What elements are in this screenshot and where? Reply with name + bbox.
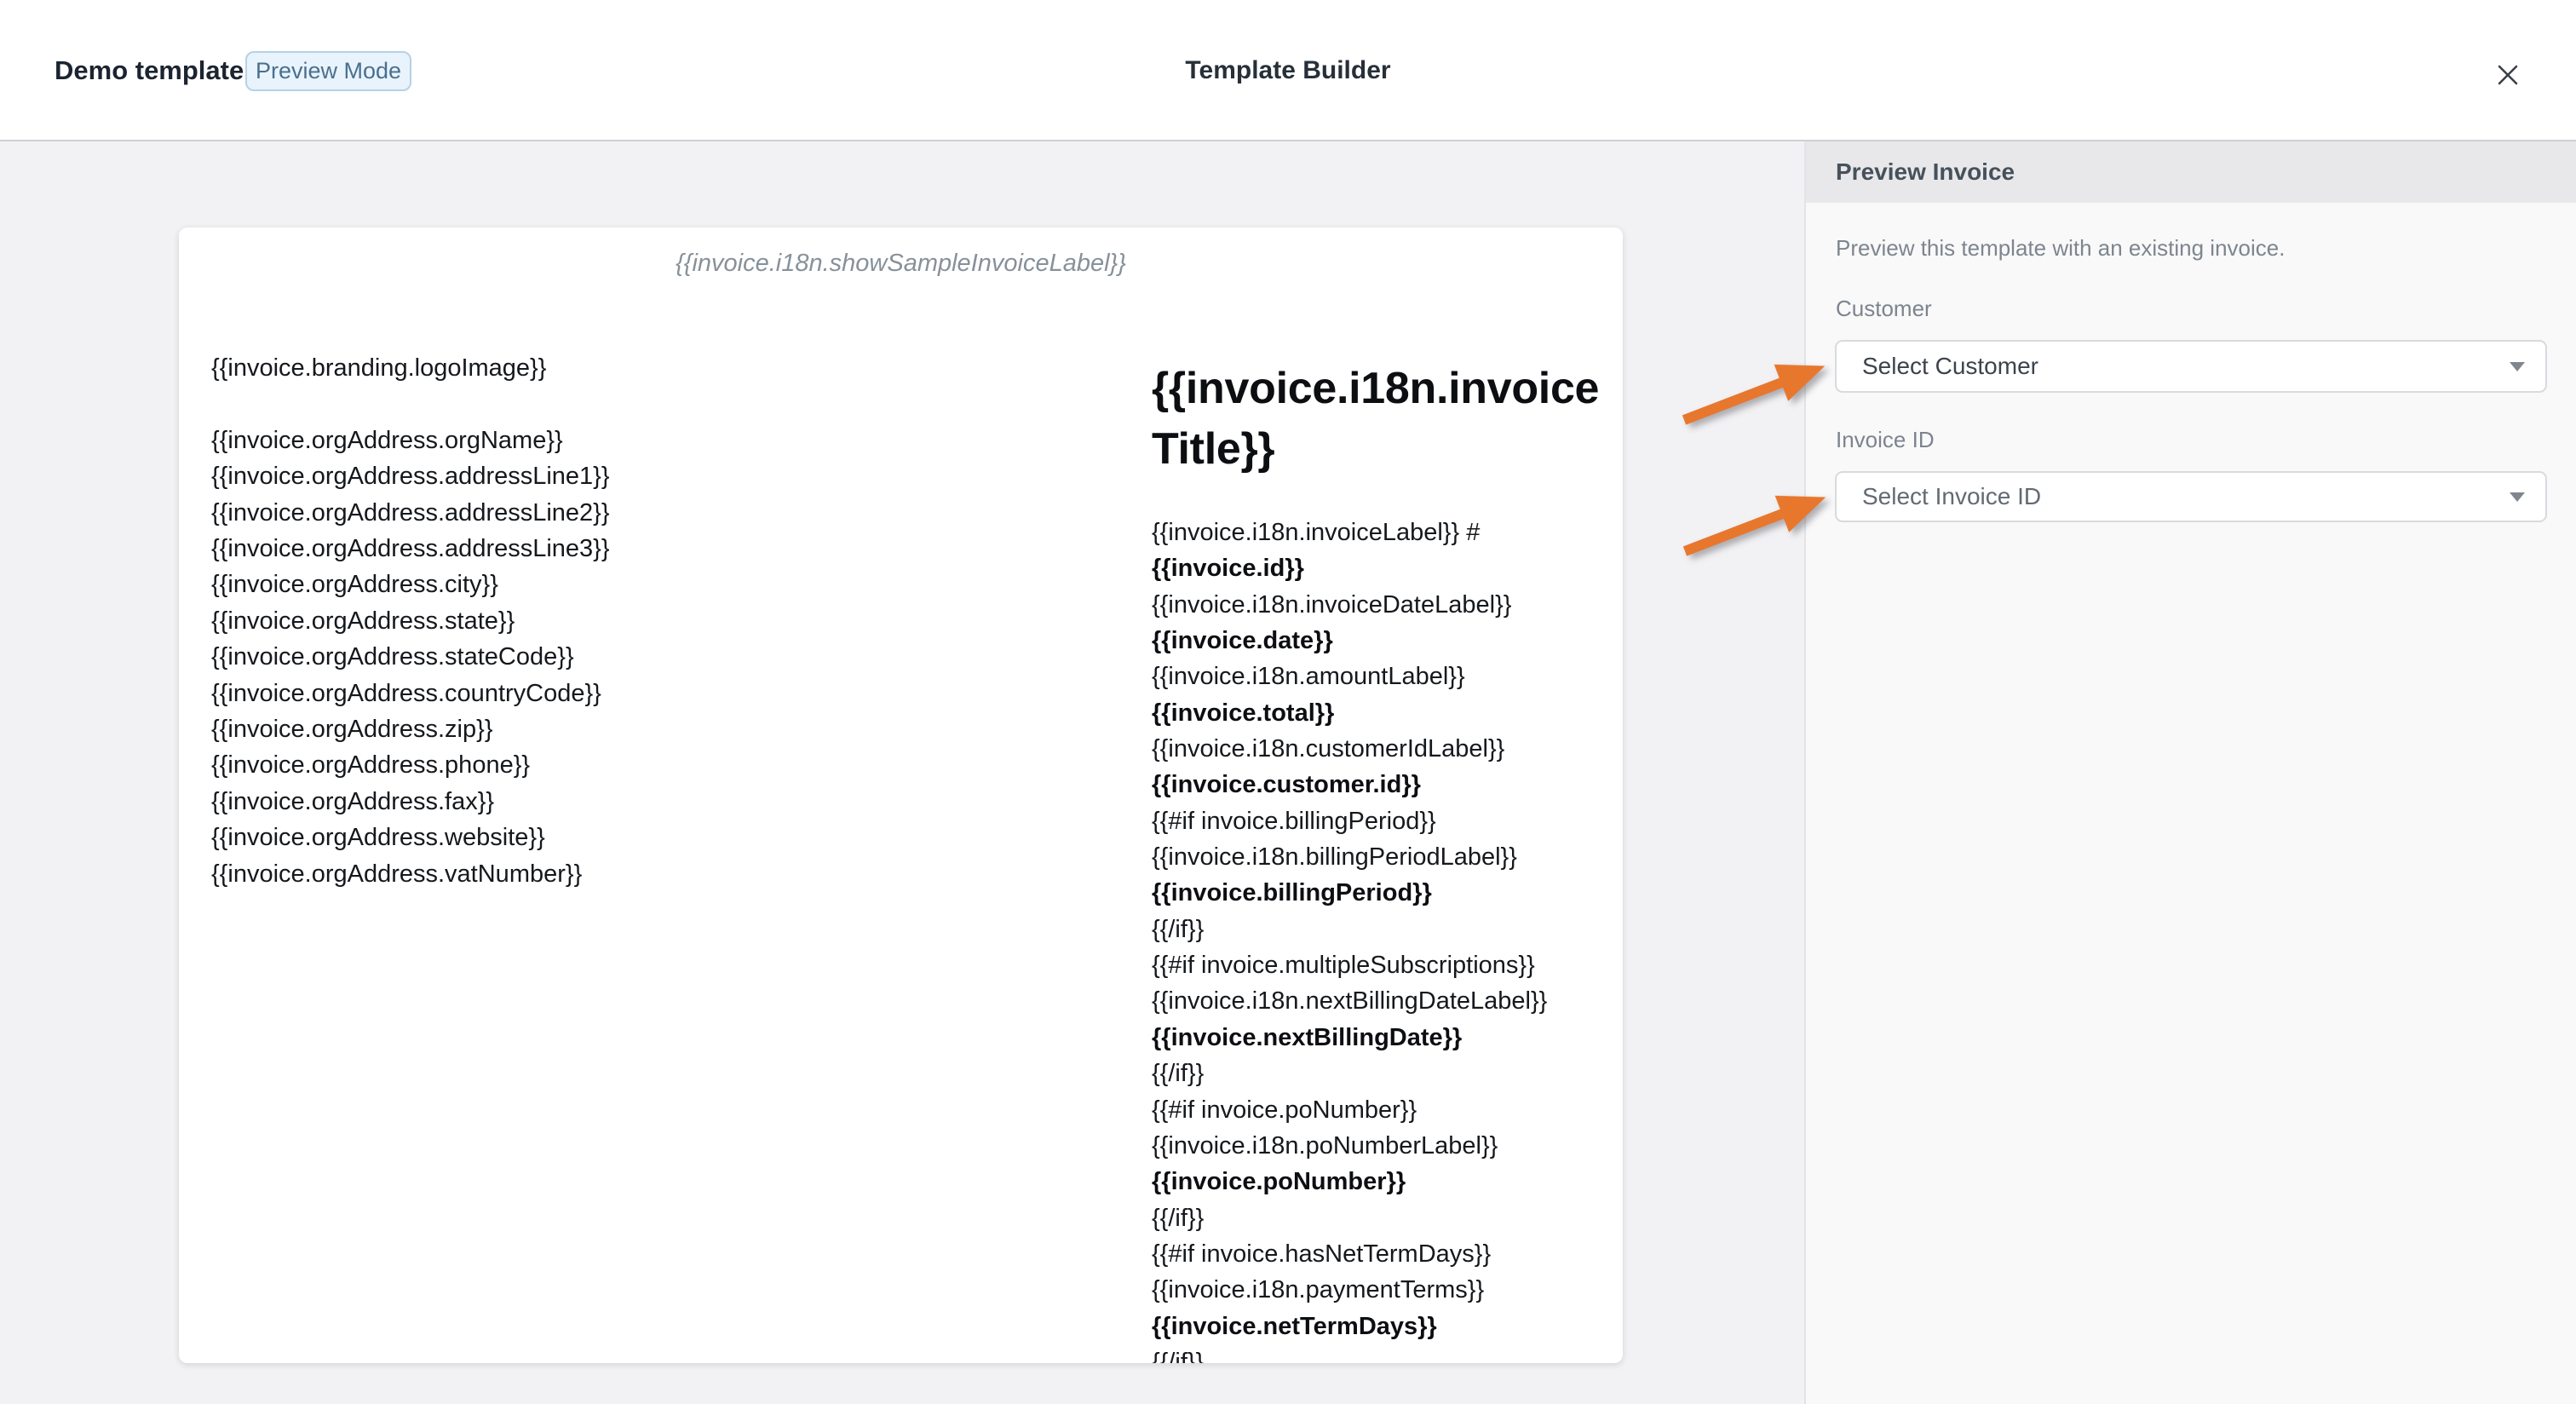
preview-mode-badge: Preview Mode bbox=[245, 51, 411, 91]
template-line: {{invoice.orgAddress.orgName}} bbox=[211, 423, 610, 458]
template-line: {{/if}} bbox=[1152, 1056, 1547, 1091]
template-line: {{invoice.branding.logoImage}} bbox=[211, 350, 610, 386]
template-line: {{#if invoice.poNumber}} bbox=[1152, 1092, 1547, 1128]
template-line: {{invoice.i18n.amountLabel}} bbox=[1152, 659, 1547, 694]
panel-title: Preview Invoice bbox=[1836, 158, 2015, 186]
template-line: {{invoice.orgAddress.city}} bbox=[211, 567, 610, 602]
invoice-title-heading: {{invoice.i18n.invoiceTitle}} bbox=[1152, 359, 1599, 480]
preview-invoice-panel: Preview Invoice Preview this template wi… bbox=[1804, 141, 2576, 1404]
panel-description: Preview this template with an existing i… bbox=[1836, 235, 2285, 262]
close-button[interactable] bbox=[2484, 51, 2532, 99]
template-line: {{invoice.orgAddress.state}} bbox=[211, 603, 610, 639]
customer-select[interactable]: Select Customer bbox=[1835, 340, 2547, 393]
template-line: {{invoice.i18n.customerIdLabel}} bbox=[1152, 731, 1547, 767]
template-line: {{/if}} bbox=[1152, 912, 1547, 947]
template-line: {{invoice.i18n.poNumberLabel}} bbox=[1152, 1128, 1547, 1164]
template-line: {{invoice.id}} bbox=[1152, 550, 1547, 586]
customer-select-value: Select Customer bbox=[1862, 353, 2038, 380]
template-line: {{invoice.i18n.nextBillingDateLabel}} bbox=[1152, 983, 1547, 1019]
invoice-details-block: {{invoice.i18n.invoiceLabel}} #{{invoice… bbox=[1152, 515, 1547, 1363]
invoice-title-line: {{invoice.i18n.invoice bbox=[1152, 359, 1599, 419]
panel-header: Preview Invoice bbox=[1806, 141, 2576, 203]
top-bar: Demo template Preview Mode Template Buil… bbox=[0, 0, 2576, 141]
invoice-template-preview: {{invoice.i18n.showSampleInvoiceLabel}} … bbox=[179, 227, 1623, 1363]
template-line: {{invoice.i18n.invoiceDateLabel}} bbox=[1152, 587, 1547, 623]
close-icon bbox=[2493, 60, 2522, 89]
template-line: {{invoice.orgAddress.website}} bbox=[211, 820, 610, 855]
template-line: {{invoice.date}} bbox=[1152, 623, 1547, 659]
template-name: Demo template bbox=[55, 0, 244, 141]
template-line: {{invoice.i18n.invoiceLabel}} # bbox=[1152, 515, 1547, 550]
template-line: {{invoice.billingPeriod}} bbox=[1152, 875, 1547, 911]
template-line: {{/if}} bbox=[1152, 1344, 1547, 1363]
template-line: {{invoice.i18n.billingPeriodLabel}} bbox=[1152, 839, 1547, 875]
template-line: {{invoice.orgAddress.stateCode}} bbox=[211, 639, 610, 675]
template-line: {{invoice.orgAddress.addressLine1}} bbox=[211, 458, 610, 494]
invoice-title-line: Title}} bbox=[1152, 419, 1599, 480]
template-line: {{invoice.netTermDays}} bbox=[1152, 1309, 1547, 1344]
invoice-id-select[interactable]: Select Invoice ID bbox=[1835, 471, 2547, 522]
org-address-block: {{invoice.branding.logoImage}} {{invoice… bbox=[211, 350, 610, 892]
template-line: {{invoice.orgAddress.zip}} bbox=[211, 711, 610, 747]
template-line: {{invoice.customer.id}} bbox=[1152, 767, 1547, 803]
template-line: {{#if invoice.multipleSubscriptions}} bbox=[1152, 947, 1547, 983]
template-line: {{invoice.orgAddress.vatNumber}} bbox=[211, 856, 610, 892]
template-line: {{#if invoice.billingPeriod}} bbox=[1152, 803, 1547, 839]
preview-mode-badge-label: Preview Mode bbox=[256, 58, 401, 84]
template-line: {{#if invoice.hasNetTermDays}} bbox=[1152, 1236, 1547, 1272]
invoice-id-select-value: Select Invoice ID bbox=[1862, 483, 2041, 510]
template-line bbox=[211, 386, 610, 422]
chevron-down-icon bbox=[2510, 492, 2525, 502]
invoice-id-label: Invoice ID bbox=[1836, 427, 1935, 453]
template-line: {{invoice.orgAddress.phone}} bbox=[211, 747, 610, 783]
template-line: {{invoice.orgAddress.fax}} bbox=[211, 784, 610, 820]
template-line: {{invoice.orgAddress.addressLine2}} bbox=[211, 495, 610, 531]
customer-label: Customer bbox=[1836, 296, 1932, 322]
template-line: {{invoice.orgAddress.countryCode}} bbox=[211, 676, 610, 711]
template-line: {{invoice.i18n.paymentTerms}} bbox=[1152, 1272, 1547, 1308]
sample-invoice-label: {{invoice.i18n.showSampleInvoiceLabel}} bbox=[179, 250, 1623, 278]
template-line: {{invoice.orgAddress.addressLine3}} bbox=[211, 531, 610, 567]
template-line: {{/if}} bbox=[1152, 1200, 1547, 1236]
page-title: Template Builder bbox=[1185, 0, 1390, 141]
template-line: {{invoice.nextBillingDate}} bbox=[1152, 1020, 1547, 1056]
template-line: {{invoice.poNumber}} bbox=[1152, 1164, 1547, 1200]
chevron-down-icon bbox=[2510, 362, 2525, 371]
template-line: {{invoice.total}} bbox=[1152, 695, 1547, 731]
